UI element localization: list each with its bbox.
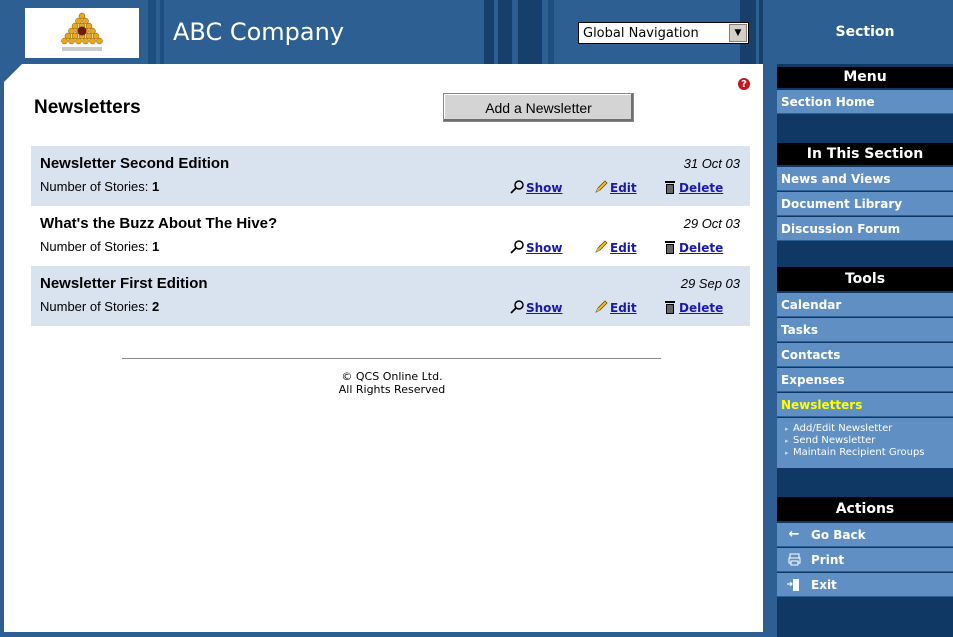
- right-sidebar: Section Menu Section Home In This Sectio…: [763, 0, 953, 637]
- show-label[interactable]: Show: [526, 241, 563, 255]
- sidebar-item-news-and-views[interactable]: News and Views: [777, 167, 953, 191]
- company-logo[interactable]: [25, 8, 139, 58]
- story-count-value: 2: [152, 299, 160, 314]
- story-count: Number of Stories: 2: [40, 299, 159, 314]
- copyright-line: © QCS Online Ltd.: [341, 370, 443, 383]
- newsletter-row: What's the Buzz About The Hive? Number o…: [31, 206, 750, 266]
- sidebar-item-contacts[interactable]: Contacts: [777, 343, 953, 367]
- sidebar-item-discussion-forum[interactable]: Discussion Forum: [777, 217, 953, 241]
- delete-label[interactable]: Delete: [679, 181, 723, 195]
- magnifier-icon: [509, 179, 525, 195]
- add-newsletter-button[interactable]: Add a Newsletter: [443, 93, 634, 122]
- exit-button[interactable]: Exit: [777, 573, 953, 597]
- global-navigation-value: Global Navigation: [583, 25, 699, 41]
- story-count-label: Number of Stories:: [40, 239, 149, 254]
- printer-icon: [785, 553, 803, 566]
- newsletter-date: 31 Oct 03: [683, 156, 740, 171]
- newsletter-row: Newsletter First Edition Number of Stori…: [31, 266, 750, 326]
- show-link[interactable]: Show: [509, 299, 563, 315]
- trash-icon: [662, 179, 678, 195]
- submenu-add-edit-newsletter[interactable]: Add/Edit Newsletter: [777, 423, 953, 435]
- newsletter-date: 29 Sep 03: [680, 276, 740, 291]
- help-icon[interactable]: ?: [738, 78, 750, 90]
- newsletter-date: 29 Oct 03: [683, 216, 740, 231]
- sidebar-item-document-library[interactable]: Document Library: [777, 192, 953, 216]
- print-button[interactable]: Print: [777, 548, 953, 572]
- edit-label[interactable]: Edit: [610, 301, 637, 315]
- copyright: © QCS Online Ltd. All Rights Reserved: [287, 370, 497, 396]
- trash-icon: [662, 239, 678, 255]
- delete-label[interactable]: Delete: [679, 301, 723, 315]
- dropdown-arrow-icon[interactable]: ▼: [729, 24, 747, 42]
- sidebar-item-expenses[interactable]: Expenses: [777, 368, 953, 392]
- show-label[interactable]: Show: [526, 181, 563, 195]
- edit-link[interactable]: Edit: [593, 239, 637, 255]
- print-label: Print: [811, 552, 845, 567]
- pencil-icon: [593, 299, 609, 315]
- show-link[interactable]: Show: [509, 179, 563, 195]
- bottom-border: [0, 632, 763, 637]
- pencil-icon: [593, 179, 609, 195]
- back-arrow-icon: ←: [788, 527, 800, 542]
- go-back-label: Go Back: [811, 527, 866, 542]
- newsletter-row: Newsletter Second Edition Number of Stor…: [31, 146, 750, 206]
- magnifier-icon: [509, 299, 525, 315]
- company-name: ABC Company: [173, 18, 345, 46]
- magnifier-icon: [509, 239, 525, 255]
- newsletter-title: What's the Buzz About The Hive?: [40, 215, 278, 232]
- edit-link[interactable]: Edit: [593, 299, 637, 315]
- submenu-send-newsletter[interactable]: Send Newsletter: [777, 435, 953, 447]
- sidebar-item-calendar[interactable]: Calendar: [777, 293, 953, 317]
- story-count: Number of Stories: 1: [40, 179, 159, 194]
- show-label[interactable]: Show: [526, 301, 563, 315]
- submenu-maintain-recipient-groups[interactable]: Maintain Recipient Groups: [777, 447, 953, 459]
- sidebar-item-section-home[interactable]: Section Home: [777, 90, 953, 114]
- edit-link[interactable]: Edit: [593, 179, 637, 195]
- delete-link[interactable]: Delete: [662, 299, 723, 315]
- trash-icon: [662, 299, 678, 315]
- content-corner: [4, 64, 22, 82]
- story-count-value: 1: [152, 239, 160, 254]
- exit-door-icon: [785, 578, 803, 592]
- newsletter-title: Newsletter Second Edition: [40, 155, 230, 172]
- sidebar-section-heading: Section: [777, 0, 953, 64]
- actions-heading: Actions: [777, 497, 953, 521]
- rights-line: All Rights Reserved: [338, 383, 446, 396]
- delete-link[interactable]: Delete: [662, 239, 723, 255]
- story-count-label: Number of Stories:: [40, 179, 149, 194]
- footer-divider: [122, 358, 661, 359]
- story-count-label: Number of Stories:: [40, 299, 149, 314]
- newsletter-title: Newsletter First Edition: [40, 275, 208, 292]
- go-back-button[interactable]: ← Go Back: [777, 523, 953, 547]
- edit-label[interactable]: Edit: [610, 181, 637, 195]
- sidebar-item-tasks[interactable]: Tasks: [777, 318, 953, 342]
- newsletter-submenu: Add/Edit Newsletter Send Newsletter Main…: [777, 418, 953, 468]
- delete-link[interactable]: Delete: [662, 179, 723, 195]
- show-link[interactable]: Show: [509, 239, 563, 255]
- header-banner: ABC Company Global Navigation ▼: [0, 0, 763, 64]
- global-navigation-select[interactable]: Global Navigation ▼: [578, 22, 749, 44]
- edit-label[interactable]: Edit: [610, 241, 637, 255]
- left-border: [0, 64, 4, 637]
- hive-logo-icon: [61, 12, 103, 51]
- in-this-section-heading: In This Section: [777, 143, 953, 165]
- story-count: Number of Stories: 1: [40, 239, 159, 254]
- sidebar-item-newsletters[interactable]: Newsletters: [777, 393, 953, 417]
- story-count-value: 1: [152, 179, 160, 194]
- delete-label[interactable]: Delete: [679, 241, 723, 255]
- pencil-icon: [593, 239, 609, 255]
- menu-heading: Menu: [777, 67, 953, 88]
- exit-label: Exit: [811, 577, 837, 592]
- page-title: Newsletters: [34, 97, 141, 118]
- tools-heading: Tools: [777, 267, 953, 291]
